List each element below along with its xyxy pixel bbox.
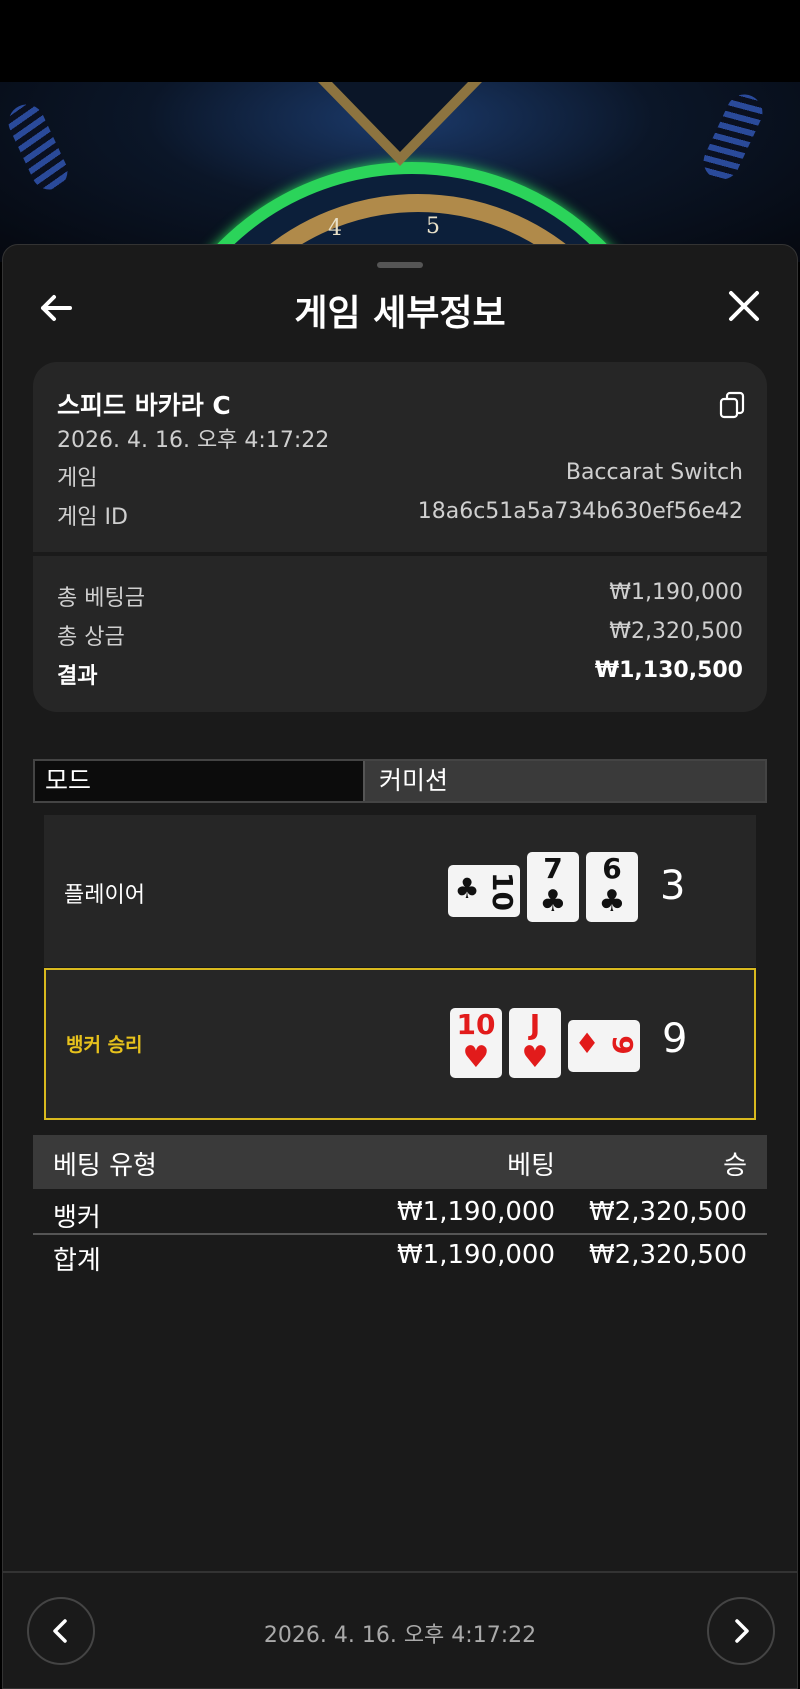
- header-win: 승: [723, 1151, 747, 1181]
- wheel-number-5: 5: [426, 214, 440, 239]
- copy-button[interactable]: [717, 390, 747, 420]
- game-type-label: 게임: [57, 466, 98, 491]
- bets-table-header: 베팅 유형 베팅 승: [33, 1135, 767, 1189]
- total-bet-label: 총 베팅금: [57, 586, 145, 611]
- player-hand: 플레이어 10 ♣ 7 ♣ 6 ♣ 3: [44, 815, 756, 967]
- card-rank: 10: [486, 872, 519, 911]
- coil-decoration-right: [697, 88, 769, 186]
- total-row-bet: ₩1,190,000: [396, 1240, 555, 1270]
- drag-handle[interactable]: [377, 262, 423, 268]
- card-rank: 6: [602, 852, 622, 885]
- card-suit-icon: ♥: [521, 1040, 549, 1075]
- table-total-row: 합계 ₩1,190,000 ₩2,320,500: [33, 1232, 767, 1276]
- row-bet-amount: ₩1,190,000: [396, 1197, 555, 1227]
- total-bet-value: ₩1,190,000: [609, 580, 743, 605]
- row-bet-type: 뱅커: [53, 1203, 101, 1233]
- card-rank: 7: [543, 852, 563, 885]
- mode-label: 모드: [35, 761, 365, 801]
- playing-card: 7 ♣: [527, 852, 579, 922]
- card-rank: 10: [456, 1008, 496, 1041]
- game-type-row: 게임 Baccarat Switch: [57, 460, 743, 492]
- mode-value: 커미션: [365, 761, 765, 801]
- game-id-value: 18a6c51a5a734b630ef56e42: [417, 499, 743, 524]
- result-label: 결과: [57, 664, 98, 689]
- game-type-value: Baccarat Switch: [565, 460, 743, 485]
- footer-datetime: 2026. 4. 16. 오후 4:17:22: [263, 1623, 537, 1648]
- copy-icon: [719, 391, 745, 419]
- card-suit-icon: ♥: [462, 1040, 490, 1075]
- result-value: ₩1,130,500: [594, 658, 743, 683]
- playing-card: 10 ♥: [450, 1008, 502, 1078]
- playing-card: 10 ♣: [448, 865, 520, 917]
- total-row-win: ₩2,320,500: [588, 1240, 747, 1270]
- total-prize-value: ₩2,320,500: [609, 619, 743, 644]
- result-row: 결과 ₩1,130,500: [57, 658, 743, 690]
- card-suit-icon: ♣: [454, 872, 480, 905]
- banker-win-label: 뱅커 승리: [66, 1034, 143, 1056]
- game-id-label: 게임 ID: [57, 505, 128, 530]
- player-total: 3: [660, 863, 686, 909]
- playing-card: J ♥: [509, 1008, 561, 1078]
- game-name: 스피드 바카라 C: [57, 391, 231, 420]
- close-icon: [729, 291, 759, 321]
- pointer-inner-decoration: [332, 82, 468, 152]
- wheel-number-4: 4: [328, 216, 342, 241]
- chevron-right-icon: [735, 1619, 749, 1643]
- game-video-background: 4 5: [0, 82, 800, 262]
- game-info-card: 스피드 바카라 C 2026. 4. 16. 오후 4:17:22 게임 Bac…: [33, 362, 767, 712]
- header-bet-type: 베팅 유형: [53, 1151, 157, 1181]
- mode-row: 모드 커미션: [33, 759, 767, 803]
- game-datetime: 2026. 4. 16. 오후 4:17:22: [57, 428, 330, 453]
- player-label: 플레이어: [64, 883, 145, 908]
- coil-decoration-left: [2, 98, 74, 196]
- table-row: 뱅커 ₩1,190,000 ₩2,320,500: [33, 1189, 767, 1235]
- banker-hand: 뱅커 승리 10 ♥ J ♥ 9 ♦ 9: [44, 968, 756, 1120]
- card-rank: 9: [606, 1035, 639, 1055]
- card-suit-icon: ♣: [539, 884, 567, 919]
- total-prize-row: 총 상금 ₩2,320,500: [57, 619, 743, 651]
- card-suit-icon: ♣: [598, 884, 626, 919]
- footer-divider: [2, 1571, 798, 1573]
- total-prize-label: 총 상금: [57, 625, 125, 650]
- card-rank: J: [529, 1008, 541, 1041]
- next-round-button[interactable]: [707, 1597, 775, 1665]
- game-id-row: 게임 ID 18a6c51a5a734b630ef56e42: [57, 499, 743, 531]
- total-bet-row: 총 베팅금 ₩1,190,000: [57, 580, 743, 612]
- playing-card: 9 ♦: [568, 1020, 640, 1072]
- row-win-amount: ₩2,320,500: [588, 1197, 747, 1227]
- total-row-label: 합계: [53, 1246, 101, 1276]
- card-suit-icon: ♦: [574, 1027, 600, 1060]
- header-bet: 베팅: [507, 1151, 555, 1181]
- card-divider: [33, 552, 767, 556]
- playing-card: 6 ♣: [586, 852, 638, 922]
- page-title: 게임 세부정보: [294, 293, 506, 334]
- banker-total: 9: [662, 1016, 688, 1062]
- close-button[interactable]: [724, 286, 764, 326]
